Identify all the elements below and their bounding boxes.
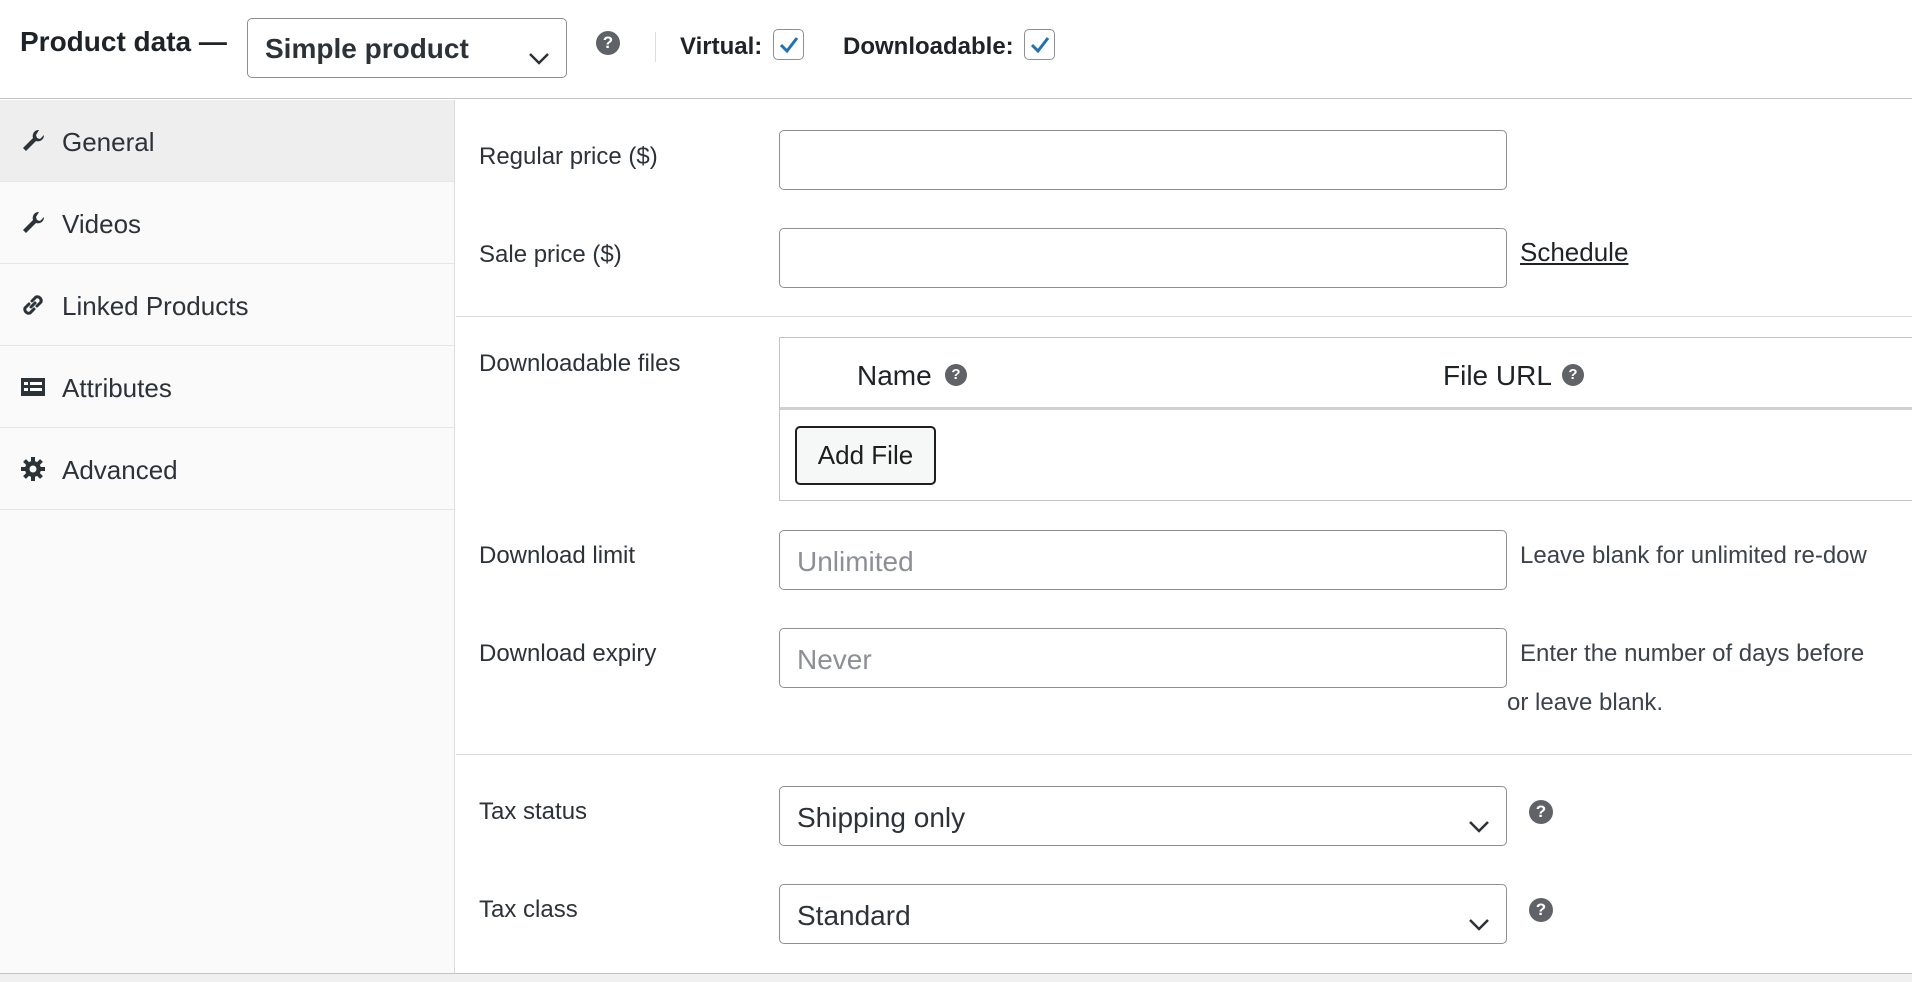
chevron-down-icon (528, 41, 550, 73)
header-divider (655, 32, 656, 62)
download-limit-input[interactable]: Unlimited (779, 530, 1507, 590)
general-panel: Regular price ($) Sale price ($) Schedul… (456, 100, 1912, 974)
wrench-icon (20, 128, 46, 154)
column-header-file-url: File URL (1443, 360, 1552, 391)
chevron-down-icon (1468, 907, 1490, 939)
download-expiry-label: Download expiry (479, 640, 657, 667)
panel-bottom-edge (0, 973, 1912, 982)
column-header-name: Name (857, 360, 932, 391)
product-type-help-icon[interactable]: ? (596, 31, 620, 55)
tax-class-help-icon[interactable]: ? (1529, 898, 1553, 922)
tax-status-label: Tax status (479, 798, 588, 825)
tab-label: Attributes (62, 373, 172, 403)
tax-class-label: Tax class (479, 896, 578, 923)
sale-price-label: Sale price ($) (479, 241, 622, 268)
tax-status-help-icon[interactable]: ? (1529, 800, 1553, 824)
downloadable-checkbox[interactable] (1024, 29, 1055, 60)
schedule-link[interactable]: Schedule (1520, 237, 1628, 268)
product-data-tabs: General Videos Linked Products Attribute… (0, 100, 455, 974)
virtual-checkbox[interactable] (773, 29, 804, 60)
product-type-value: Simple product (265, 33, 469, 64)
name-help-icon[interactable]: ? (945, 364, 967, 386)
tab-advanced[interactable]: Advanced (0, 428, 454, 510)
product-data-title: Product data — (20, 26, 227, 57)
tab-general[interactable]: General (0, 100, 454, 182)
tab-label: General (62, 127, 155, 157)
download-expiry-input[interactable]: Never (779, 628, 1507, 688)
checkmark-icon (779, 37, 799, 54)
product-data-header: Product data — Simple product ? Virtual:… (0, 0, 1912, 99)
sale-price-input[interactable] (779, 228, 1507, 288)
checkmark-icon (1030, 37, 1050, 54)
files-table-header: Name ? File URL ? (780, 338, 1912, 410)
link-icon (20, 292, 46, 318)
tax-class-select[interactable]: Standard (779, 884, 1507, 944)
regular-price-label: Regular price ($) (479, 143, 658, 170)
download-expiry-description-cont: or leave blank. (1507, 689, 1664, 716)
tab-videos[interactable]: Videos (0, 182, 454, 264)
download-limit-description: Leave blank for unlimited re-dow (1520, 542, 1867, 569)
tab-attributes[interactable]: Attributes (0, 346, 454, 428)
download-limit-label: Download limit (479, 542, 636, 569)
list-view-icon (20, 374, 46, 400)
section-divider (456, 754, 1912, 755)
tax-status-select[interactable]: Shipping only (779, 786, 1507, 846)
tab-label: Videos (62, 209, 142, 239)
product-type-select[interactable]: Simple product (247, 18, 567, 78)
file-url-help-icon[interactable]: ? (1562, 364, 1584, 386)
section-divider (456, 316, 1912, 317)
downloadable-files-label: Downloadable files (479, 350, 681, 377)
tax-class-value: Standard (797, 900, 911, 931)
wrench-icon (20, 210, 46, 236)
tab-label: Advanced (62, 455, 178, 485)
tab-label: Linked Products (62, 291, 249, 321)
tab-linked-products[interactable]: Linked Products (0, 264, 454, 346)
regular-price-input[interactable] (779, 130, 1507, 190)
downloadable-label: Downloadable: (843, 33, 1014, 60)
chevron-down-icon (1468, 809, 1490, 841)
add-file-button[interactable]: Add File (795, 426, 936, 485)
download-expiry-description: Enter the number of days before (1520, 640, 1865, 667)
virtual-label: Virtual: (680, 33, 763, 60)
tax-status-value: Shipping only (797, 802, 966, 833)
downloadable-files-table: Name ? File URL ? Add File (779, 337, 1912, 501)
gear-icon (20, 456, 46, 482)
